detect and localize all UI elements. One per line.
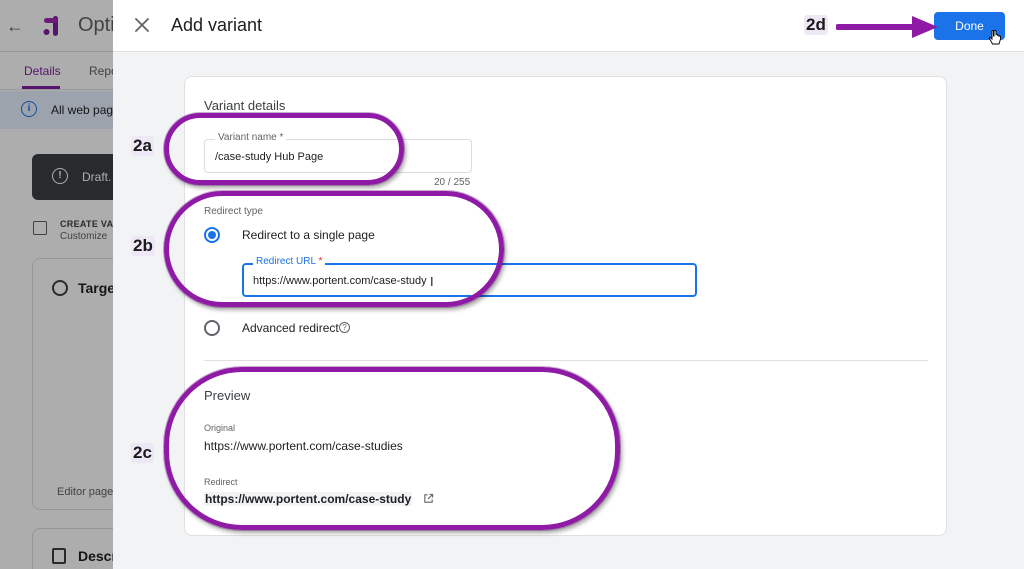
char-counter: 20 / 255 [434,177,471,188]
help-icon[interactable]: ? [339,322,350,333]
hand-cursor-icon [988,30,1001,45]
close-icon[interactable] [132,15,152,35]
step-label-2a: 2a [131,136,154,156]
step-label-2d: 2d [804,15,828,35]
annotation-arrow-icon [836,16,938,38]
radio-advanced-label[interactable]: Advanced redirect [242,321,339,335]
variant-details-title: Variant details [204,98,286,113]
annotation-circle-2c [164,367,620,530]
section-divider [204,360,928,361]
step-label-2b: 2b [131,236,155,256]
radio-advanced-redirect[interactable] [204,320,220,336]
drawer-title: Add variant [171,15,263,35]
step-label-2c: 2c [131,443,154,463]
annotation-circle-2b [164,191,504,307]
annotation-circle-2a [164,113,404,185]
